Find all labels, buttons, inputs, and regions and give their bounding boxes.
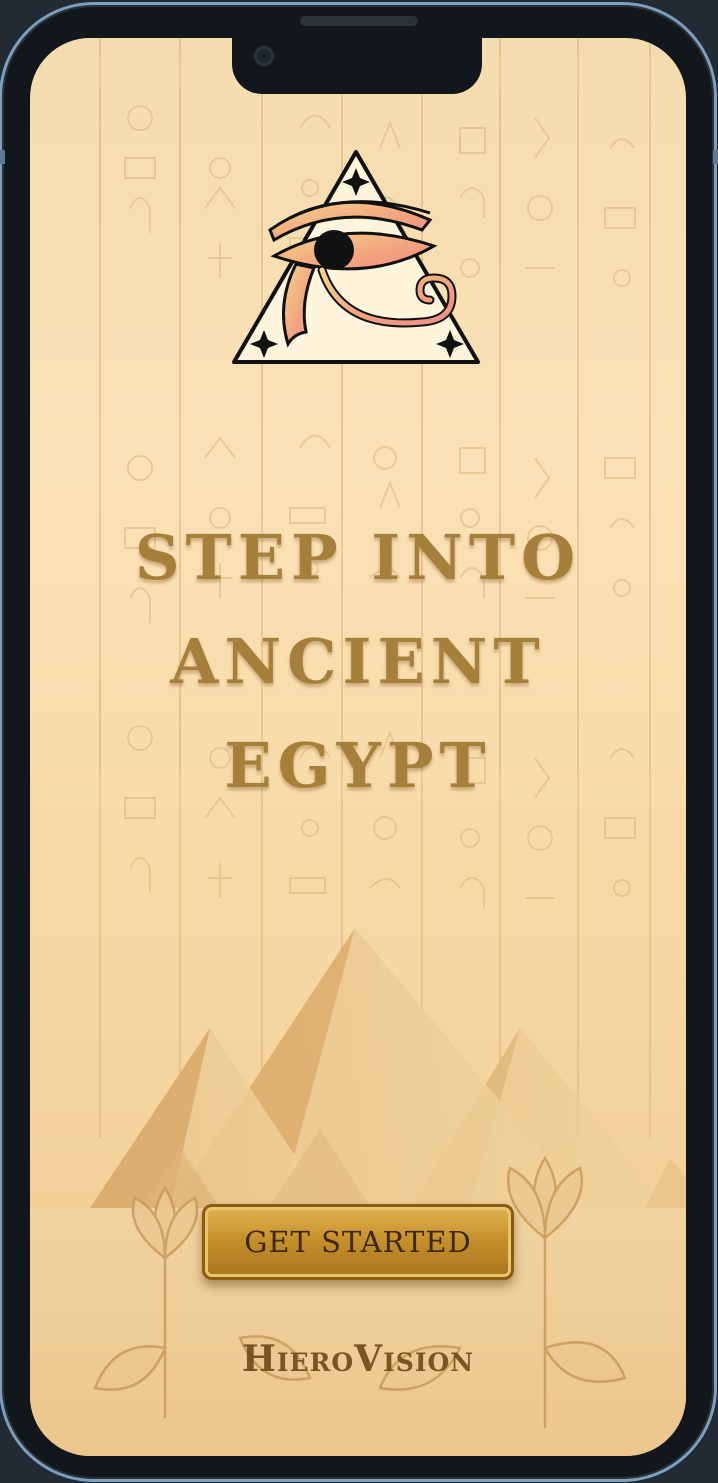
get-started-button[interactable]: GET STARTED <box>202 1204 514 1280</box>
front-camera-icon <box>254 46 274 66</box>
headline-line-1: STEP INTO <box>134 521 582 594</box>
headline-line-2: ANCIENT <box>170 625 546 698</box>
side-button-right <box>713 150 718 164</box>
hero-headline: STEP INTO ANCIENT EGYPT <box>30 506 686 818</box>
eye-of-horus-triangle-icon <box>232 150 480 364</box>
camera-notch <box>232 38 482 94</box>
app-screen: STEP INTO ANCIENT EGYPT GET STARTED Hier… <box>30 38 686 1456</box>
get-started-label: GET STARTED <box>244 1225 472 1259</box>
app-brand-name: HieroVision <box>241 1338 475 1380</box>
speaker-grille <box>300 16 418 26</box>
headline-line-3: EGYPT <box>224 729 492 802</box>
phone-frame: STEP INTO ANCIENT EGYPT GET STARTED Hier… <box>2 5 714 1479</box>
side-button-left <box>0 150 5 164</box>
